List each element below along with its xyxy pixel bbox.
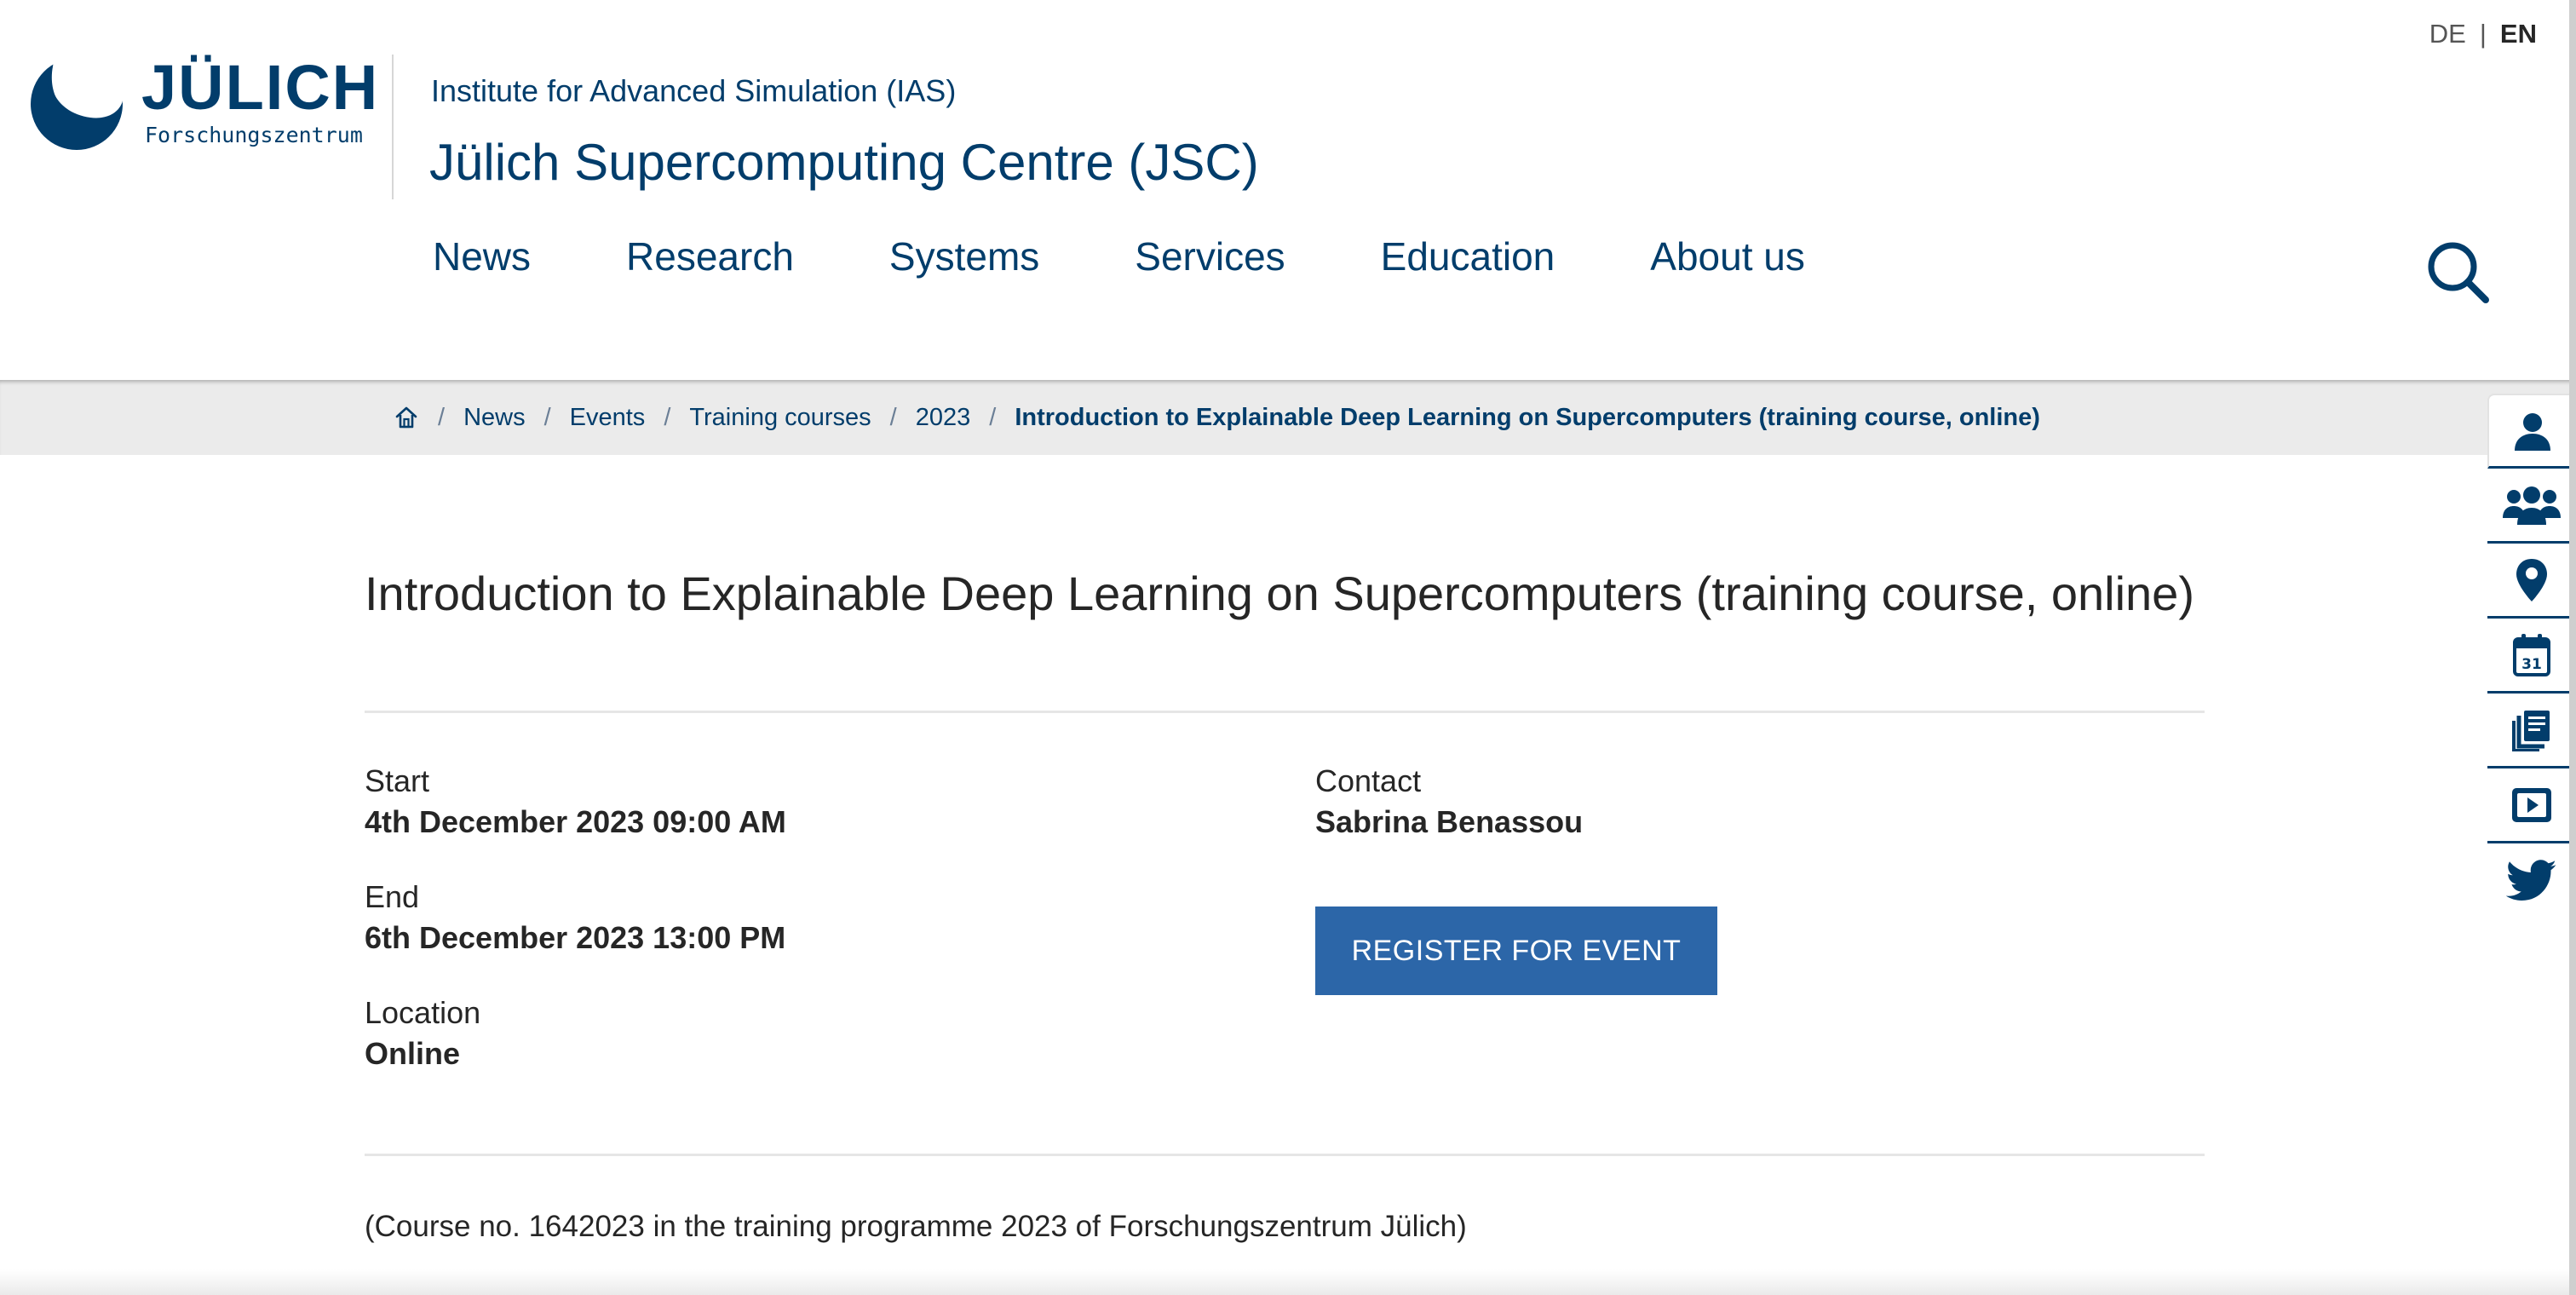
- sidebar-twitter-button[interactable]: [2487, 843, 2576, 918]
- sidebar-group-button[interactable]: [2487, 469, 2576, 544]
- breadcrumb-separator: /: [889, 403, 897, 431]
- lang-separator: |: [2479, 19, 2487, 49]
- logo-wordmark: JÜLICH: [141, 52, 380, 123]
- institute-link[interactable]: Institute for Advanced Simulation (IAS): [431, 73, 956, 109]
- main-navigation: News Research Systems Services Education…: [433, 233, 1805, 279]
- search-button[interactable]: [2424, 239, 2493, 307]
- event-start: Start 4th December 2023 09:00 AM: [365, 761, 786, 843]
- video-icon: [2512, 787, 2551, 822]
- bottom-fade: [0, 1269, 2576, 1295]
- event-end: End 6th December 2023 13:00 PM: [365, 877, 785, 958]
- contact-label: Contact: [1315, 763, 1422, 798]
- sidebar-person-button[interactable]: [2487, 394, 2576, 469]
- end-label: End: [365, 879, 420, 914]
- page-title: Introduction to Explainable Deep Learnin…: [365, 567, 2194, 620]
- sidebar-calendar-button[interactable]: 31: [2487, 619, 2576, 694]
- breadcrumb-separator: /: [438, 403, 446, 431]
- site-header: JÜLICH Forschungszentrum Institute for A…: [0, 0, 2576, 380]
- juelich-logo-mark-icon: [31, 56, 123, 150]
- nav-item-research[interactable]: Research: [626, 233, 794, 279]
- lang-en-link[interactable]: EN: [2500, 19, 2537, 49]
- breadcrumb-training-courses[interactable]: Training courses: [689, 404, 871, 432]
- end-value: 6th December 2023 13:00 PM: [365, 920, 786, 955]
- nav-item-education[interactable]: Education: [1381, 233, 1555, 279]
- publications-icon: [2512, 710, 2550, 751]
- header-divider: [392, 55, 394, 199]
- contact-value[interactable]: Sabrina Benassou: [1315, 802, 1583, 843]
- language-switcher: DE | EN: [2429, 19, 2537, 49]
- lang-de-link[interactable]: DE: [2429, 19, 2466, 49]
- window-edge: [2569, 0, 2576, 1295]
- breadcrumb-2023[interactable]: 2023: [916, 404, 971, 432]
- person-icon: [2515, 412, 2550, 451]
- site-title[interactable]: Jülich Supercomputing Centre (JSC): [429, 133, 1259, 192]
- sidebar-video-button[interactable]: [2487, 768, 2576, 843]
- location-value: Online: [365, 1036, 461, 1071]
- nav-item-about-us[interactable]: About us: [1650, 233, 1805, 279]
- divider-bottom: [365, 1154, 2205, 1156]
- breadcrumb-separator: /: [664, 403, 671, 431]
- juelich-logo[interactable]: JÜLICH Forschungszentrum: [29, 53, 377, 155]
- quick-links-sidebar: 31: [2487, 394, 2576, 918]
- breadcrumb-separator: /: [543, 403, 551, 431]
- divider-top: [365, 711, 2205, 713]
- calendar-day-label: 31: [2521, 656, 2542, 673]
- home-icon[interactable]: [394, 405, 419, 430]
- event-contact: Contact Sabrina Benassou: [1315, 761, 1583, 843]
- nav-item-systems[interactable]: Systems: [889, 233, 1039, 279]
- course-note: (Course no. 1642023 in the training prog…: [365, 1210, 1467, 1243]
- logo-subtitle: Forschungszentrum: [145, 123, 363, 147]
- breadcrumb-bar: / News / Events / Training courses / 202…: [0, 380, 2576, 455]
- group-icon: [2503, 486, 2561, 525]
- breadcrumb-current: Introduction to Explainable Deep Learnin…: [1015, 403, 2040, 431]
- start-value: 4th December 2023 09:00 AM: [365, 804, 786, 839]
- sidebar-location-button[interactable]: [2487, 544, 2576, 619]
- nav-item-services[interactable]: Services: [1135, 233, 1285, 279]
- search-icon: [2428, 242, 2489, 303]
- register-for-event-button[interactable]: REGISTER FOR EVENT: [1315, 906, 1717, 995]
- breadcrumb-events[interactable]: Events: [570, 404, 646, 432]
- calendar-icon: 31: [2513, 633, 2550, 676]
- breadcrumb-separator: /: [989, 403, 997, 431]
- location-label: Location: [365, 995, 481, 1030]
- breadcrumb: / News / Events / Training courses / 202…: [394, 380, 2040, 455]
- twitter-icon: [2506, 860, 2556, 901]
- event-location: Location Online: [365, 993, 480, 1074]
- breadcrumb-news[interactable]: News: [463, 404, 526, 432]
- start-label: Start: [365, 763, 430, 798]
- sidebar-publications-button[interactable]: [2487, 694, 2576, 768]
- location-pin-icon: [2516, 558, 2547, 601]
- nav-item-news[interactable]: News: [433, 233, 531, 279]
